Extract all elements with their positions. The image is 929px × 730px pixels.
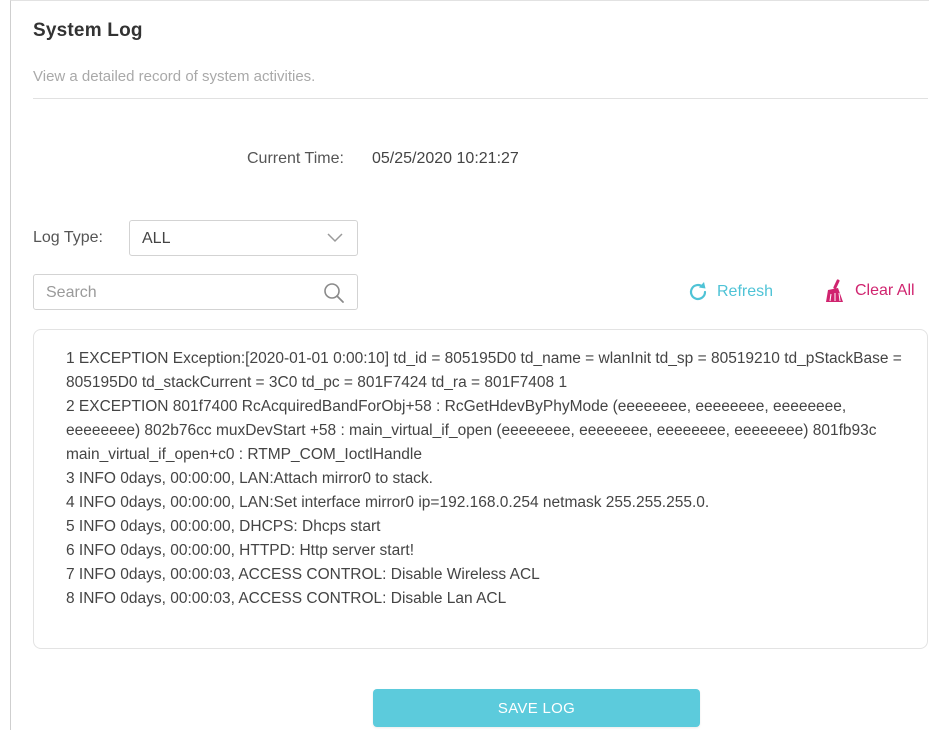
page-subtitle: View a detailed record of system activit… (33, 68, 316, 85)
log-entry: 1 EXCEPTION Exception:[2020-01-01 0:00:1… (66, 350, 902, 391)
log-entry: 8 INFO 0days, 00:00:03, ACCESS CONTROL: … (66, 590, 507, 607)
save-log-button[interactable]: SAVE LOG (373, 689, 700, 727)
log-entry: 3 INFO 0days, 00:00:00, LAN:Attach mirro… (66, 470, 433, 487)
log-type-select[interactable]: ALL (129, 220, 358, 256)
clear-all-button[interactable]: Clear All (823, 278, 915, 304)
page-title: System Log (33, 20, 143, 41)
header-divider (33, 98, 928, 99)
log-entry: 7 INFO 0days, 00:00:03, ACCESS CONTROL: … (66, 566, 540, 583)
clear-all-label: Clear All (855, 282, 915, 299)
refresh-label: Refresh (717, 283, 774, 300)
log-content: 1 EXCEPTION Exception:[2020-01-01 0:00:1… (66, 347, 906, 611)
log-entry: 4 INFO 0days, 00:00:00, LAN:Set interfac… (66, 494, 710, 511)
refresh-icon (689, 282, 707, 301)
current-time-value: 05/25/2020 10:21:27 (372, 150, 519, 167)
log-viewer[interactable]: 1 EXCEPTION Exception:[2020-01-01 0:00:1… (33, 329, 928, 649)
current-time-label: Current Time: (247, 150, 344, 167)
broom-icon (826, 279, 843, 302)
log-entry: 5 INFO 0days, 00:00:00, DHCPS: Dhcps sta… (66, 518, 381, 535)
system-log-page: System Log View a detailed record of sys… (10, 0, 929, 730)
search-box (33, 274, 358, 310)
log-entry: 2 EXCEPTION 801f7400 RcAcquiredBandForOb… (66, 398, 877, 463)
log-type-label: Log Type: (33, 229, 103, 246)
log-entry: 6 INFO 0days, 00:00:00, HTTPD: Http serv… (66, 542, 415, 559)
refresh-button[interactable]: Refresh (687, 280, 773, 304)
log-type-selected-value: ALL (142, 230, 171, 247)
search-input[interactable] (44, 281, 318, 305)
chevron-down-icon (327, 233, 343, 243)
search-icon[interactable] (323, 282, 345, 304)
